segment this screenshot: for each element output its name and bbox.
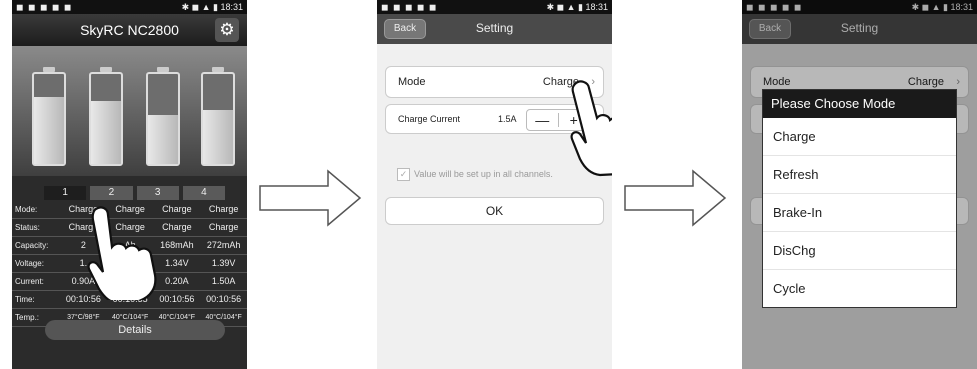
battery-cap <box>100 67 112 72</box>
checkbox-label: Value will be set up in all channels. <box>414 168 553 179</box>
status-bar: ◼ ◼ ◼ ◼ ◼ ✱ ◼ ▲ ▮ 18:31 <box>377 0 612 14</box>
checkbox[interactable]: ✓ <box>397 168 410 181</box>
notification-icons: ◼ ◼ ◼ ◼ ◼ <box>16 2 73 12</box>
phone-screen-mode-dialog: ◼ ◼ ◼ ◼ ◼ ✱ ◼ ▲ ▮ 18:31 Back Setting Mod… <box>742 0 977 369</box>
minus-button[interactable]: — <box>527 110 558 130</box>
apply-all-checkbox-row[interactable]: ✓ Value will be set up in all channels. <box>397 168 553 181</box>
battery-bay <box>12 46 247 176</box>
battery-fill <box>148 114 178 164</box>
charge-current-value: 1.5A <box>498 114 517 124</box>
row-label: Current: <box>15 277 44 286</box>
channel-tab-3[interactable]: 3 <box>136 186 179 200</box>
tap-hand-icon <box>570 80 612 177</box>
status-time: 18:31 <box>585 2 608 12</box>
table-cell: 1.50A <box>211 276 236 286</box>
app-title: SkyRC NC2800 <box>80 22 179 38</box>
status-right: ✱ ◼ ▲ ▮ 18:31 <box>546 2 608 12</box>
battery-cap <box>43 67 55 72</box>
phone-screen-setting: ◼ ◼ ◼ ◼ ◼ ✱ ◼ ▲ ▮ 18:31 Back Setting Mod… <box>377 0 612 369</box>
status-right: ✱ ◼ ▲ ▮ 18:31 <box>181 2 243 12</box>
ok-button[interactable]: OK <box>385 197 604 225</box>
status-time: 18:31 <box>220 2 243 12</box>
table-cell: Charge <box>208 204 239 214</box>
option-charge[interactable]: Charge <box>763 118 956 156</box>
battery-fill <box>91 101 121 164</box>
row-label: Time: <box>15 295 35 304</box>
battery-fill <box>34 96 64 164</box>
battery-cell-4 <box>201 67 235 166</box>
option-cycle[interactable]: Cycle <box>763 270 956 307</box>
row-label: Voltage: <box>15 259 44 268</box>
option-dischg[interactable]: DisChg <box>763 232 956 270</box>
tap-hand-icon <box>87 206 157 300</box>
battery-cell-2 <box>89 67 123 166</box>
table-cell: Charge <box>208 222 239 232</box>
table-cell: 1.39V <box>211 258 236 268</box>
phone-screen-main: ◼ ◼ ◼ ◼ ◼ ✱ ◼ ▲ ▮ 18:31 SkyRC NC2800 ⚙ 1… <box>12 0 247 369</box>
battery-fill <box>203 110 233 164</box>
table-cell: 272mAh <box>206 240 241 250</box>
option-refresh[interactable]: Refresh <box>763 156 956 194</box>
page-title: Setting <box>475 21 514 35</box>
row-label: Capacity: <box>15 241 49 250</box>
dialog-title: Please Choose Mode <box>763 90 956 118</box>
row-label: Status: <box>15 223 40 232</box>
battery-cell-1 <box>32 67 66 166</box>
status-bar: ◼ ◼ ◼ ◼ ◼ ✱ ◼ ▲ ▮ 18:31 <box>12 0 247 14</box>
arrow-right-icon <box>624 169 727 227</box>
nav-bar: Back Setting <box>377 14 612 44</box>
channel-tab-4[interactable]: 4 <box>182 186 225 200</box>
gear-icon[interactable]: ⚙ <box>215 18 239 42</box>
channel-tabs: 1 2 3 4 <box>42 186 227 200</box>
channel-tab-2[interactable]: 2 <box>90 186 133 200</box>
battery-cell-3 <box>146 67 180 166</box>
details-button[interactable]: Details <box>45 320 225 340</box>
battery-cap <box>157 67 169 72</box>
mode-label: Mode <box>398 76 426 88</box>
battery-cap <box>212 67 224 72</box>
charge-current-label: Charge Current <box>398 114 461 124</box>
row-label: Mode: <box>15 205 38 214</box>
option-brake-in[interactable]: Brake-In <box>763 194 956 232</box>
channel-tab-1[interactable]: 1 <box>44 186 87 200</box>
arrow-right-icon <box>259 169 362 227</box>
mode-dialog: Please Choose Mode Charge Refresh Brake-… <box>762 89 957 308</box>
notification-icons: ◼ ◼ ◼ ◼ ◼ <box>381 2 438 12</box>
app-title-bar: SkyRC NC2800 ⚙ <box>12 14 247 46</box>
table-cell: 00:10:56 <box>206 294 242 304</box>
